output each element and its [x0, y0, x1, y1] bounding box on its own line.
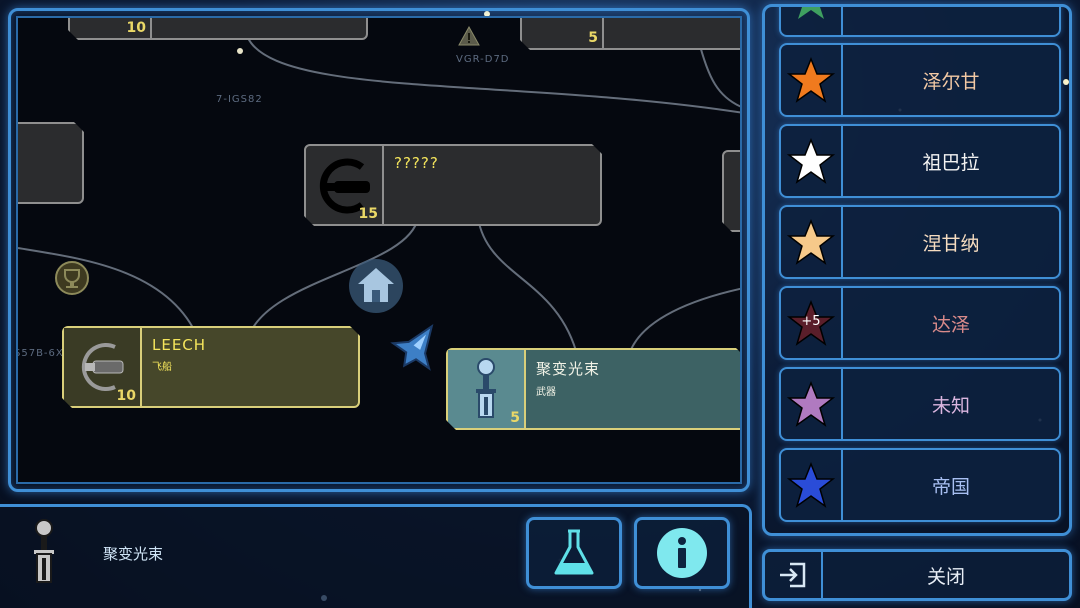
faction-item-zubala[interactable]: 祖巴拉: [779, 124, 1061, 198]
galaxy-map[interactable]: VGR-D7D 7-IGS82 S57B-6X 10 5 15 ????? 10…: [16, 16, 742, 484]
faction-list-panel[interactable]: 泽尔甘 祖巴拉 涅甘纳 +5 达泽 未知 帝国: [762, 4, 1072, 536]
map-node[interactable]: [722, 150, 742, 232]
faction-label: 未知: [931, 394, 970, 417]
node-level: 10: [126, 20, 146, 36]
leech-ship-node[interactable]: 10 LEECH 飞船: [62, 326, 360, 408]
faction-star-box: [781, 450, 843, 520]
faction-star-box: [781, 126, 843, 196]
faction-item-unknown[interactable]: 未知: [779, 367, 1061, 441]
faction-star-box: [781, 45, 843, 115]
faction-label: 涅甘纳: [922, 232, 980, 255]
map-node[interactable]: [16, 122, 84, 204]
warning-icon: [458, 26, 480, 46]
flask-icon: [554, 529, 594, 575]
star-icon: [787, 219, 835, 265]
node-level: 5: [588, 30, 598, 46]
node-title: 聚变光束: [536, 360, 601, 378]
selected-item-name: 聚变光束: [103, 545, 164, 563]
faction-star-box: +5: [781, 288, 843, 358]
star-icon: [787, 462, 835, 508]
system-label: VGR-D7D: [456, 54, 510, 65]
home-base-icon[interactable]: [348, 258, 404, 314]
unknown-tech-node[interactable]: 15 ?????: [304, 144, 602, 226]
node-title: ?????: [394, 154, 439, 172]
star-icon: [798, 7, 824, 19]
node-icon-box: 10: [64, 328, 142, 406]
player-ship-icon[interactable]: [388, 318, 448, 374]
node-level: 10: [116, 388, 136, 404]
faction-item-zergan[interactable]: 泽尔甘: [779, 43, 1061, 117]
node-icon-box: 15: [306, 146, 384, 224]
fusion-beam-weapon-icon: [34, 519, 54, 583]
star-icon: [787, 381, 835, 427]
faction-label: 祖巴拉: [922, 151, 980, 174]
reputation-badge: +5: [801, 314, 821, 329]
info-button[interactable]: [634, 517, 730, 589]
info-icon: [657, 528, 707, 578]
node-icon-box: 5: [448, 350, 526, 428]
close-button[interactable]: 关闭: [762, 549, 1072, 601]
node-level: 5: [510, 410, 520, 426]
faction-label: 泽尔甘: [922, 70, 980, 93]
node-level: 15: [358, 206, 378, 222]
selected-item-icon: [14, 512, 74, 592]
node-category: 飞船: [152, 362, 172, 373]
research-button[interactable]: [526, 517, 622, 589]
node-icon-box: 10: [70, 16, 152, 38]
star-icon: [787, 138, 835, 184]
faction-label: 达泽: [931, 313, 970, 336]
map-node[interactable]: 10: [68, 16, 368, 40]
faction-item[interactable]: [779, 7, 1061, 37]
fusion-beam-node[interactable]: 5 聚变光束 武器: [446, 348, 742, 430]
faction-item-negana[interactable]: 涅甘纳: [779, 205, 1061, 279]
exit-icon-box: [765, 552, 823, 598]
trophy-icon[interactable]: [54, 260, 90, 296]
node-category: 武器: [536, 387, 556, 398]
star-icon: [787, 57, 835, 103]
system-label: S57B-6X: [16, 348, 64, 359]
faction-item-empire[interactable]: 帝国: [779, 448, 1061, 522]
fusion-beam-weapon-icon: [466, 357, 506, 421]
exit-icon: [780, 562, 806, 588]
system-label: 7-IGS82: [216, 94, 263, 105]
node-title: LEECH: [152, 336, 207, 354]
close-button-label: 关闭: [926, 565, 965, 588]
faction-star-box: [781, 207, 843, 277]
faction-label: 帝国: [931, 475, 970, 498]
map-node[interactable]: 5: [520, 16, 742, 50]
faction-star-box: [781, 7, 843, 35]
faction-star-box: [781, 369, 843, 439]
node-icon-box: 5: [522, 16, 604, 48]
faction-item-daze[interactable]: +5 达泽: [779, 286, 1061, 360]
